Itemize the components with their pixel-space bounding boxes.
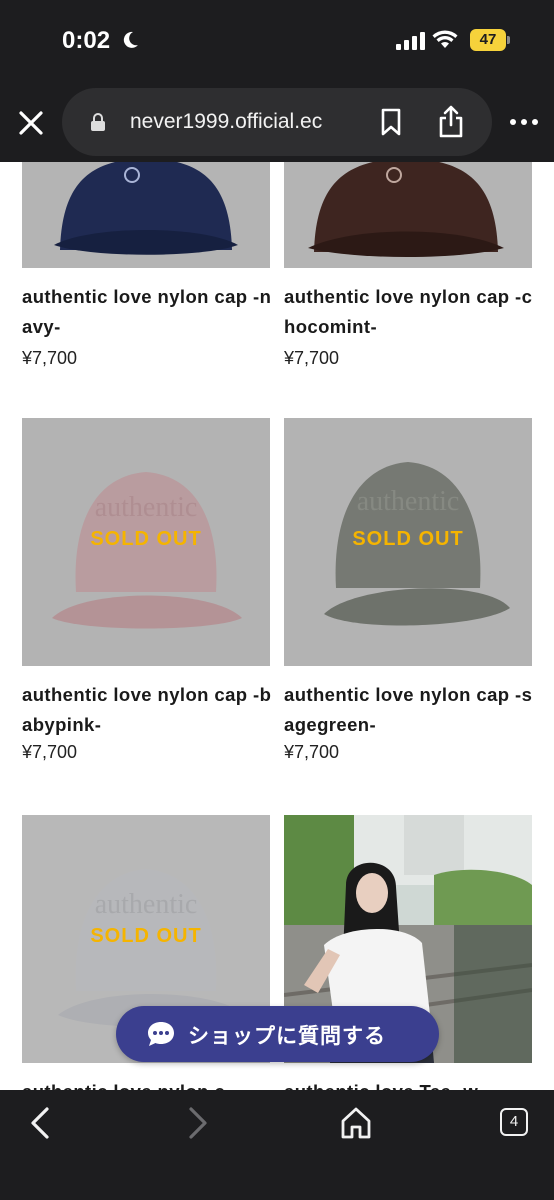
forward-arrow-icon[interactable] [186, 1106, 210, 1140]
browser-bottom-toolbar: 4 [0, 1090, 554, 1200]
product-price: ¥7,700 [284, 742, 340, 762]
battery-indicator: 47 [470, 29, 510, 51]
product-image[interactable]: authentic SOLD OUT [22, 418, 270, 666]
product-image[interactable] [284, 162, 532, 268]
product-price: ¥7,700 [22, 348, 78, 368]
cellular-signal-icon [396, 32, 425, 50]
product-grid: authentic love nylon cap -navy- ¥7,700 a… [0, 162, 554, 1090]
url-text[interactable]: never1999.official.ec [130, 110, 322, 134]
product-name[interactable]: authentic love nylon cap -sagegreen- [284, 680, 534, 740]
product-image[interactable] [22, 162, 270, 268]
sold-out-label: SOLD OUT [90, 925, 202, 947]
moon-icon [123, 31, 138, 48]
browser-top-bar: 0:02 47 never1999.official.ec [0, 0, 554, 162]
bookmark-icon[interactable] [378, 108, 404, 136]
product-name[interactable]: authentic love Tee -w [284, 1077, 534, 1090]
product-name[interactable]: authentic love nylon cap -navy- [22, 282, 272, 342]
cap-image [284, 162, 532, 268]
product-name[interactable]: authentic love nylon cap -babypink- [22, 680, 272, 740]
product-name[interactable]: authentic love nylon c [22, 1077, 272, 1090]
home-icon[interactable] [340, 1106, 372, 1140]
lock-icon [91, 113, 105, 131]
address-bar[interactable]: never1999.official.ec [62, 88, 492, 156]
tabs-button[interactable]: 4 [500, 1108, 528, 1136]
chat-bubble-icon [148, 1022, 174, 1046]
cap-image [22, 162, 270, 268]
more-options-icon[interactable] [508, 112, 540, 132]
sold-out-label: SOLD OUT [352, 528, 464, 550]
ask-shop-label: ショップに質問する [188, 1025, 386, 1048]
sold-out-label: SOLD OUT [90, 528, 202, 550]
close-icon[interactable] [14, 106, 48, 140]
ask-shop-button[interactable]: ショップに質問する [116, 1006, 439, 1062]
back-arrow-icon[interactable] [28, 1106, 52, 1140]
share-icon[interactable] [436, 104, 466, 138]
product-name[interactable]: authentic love nylon cap -chocomint- [284, 282, 534, 342]
wifi-icon [432, 30, 458, 48]
product-price: ¥7,700 [22, 742, 78, 762]
product-image[interactable]: authentic SOLD OUT [284, 418, 532, 666]
product-price: ¥7,700 [284, 348, 340, 368]
status-time: 0:02 [62, 27, 111, 54]
